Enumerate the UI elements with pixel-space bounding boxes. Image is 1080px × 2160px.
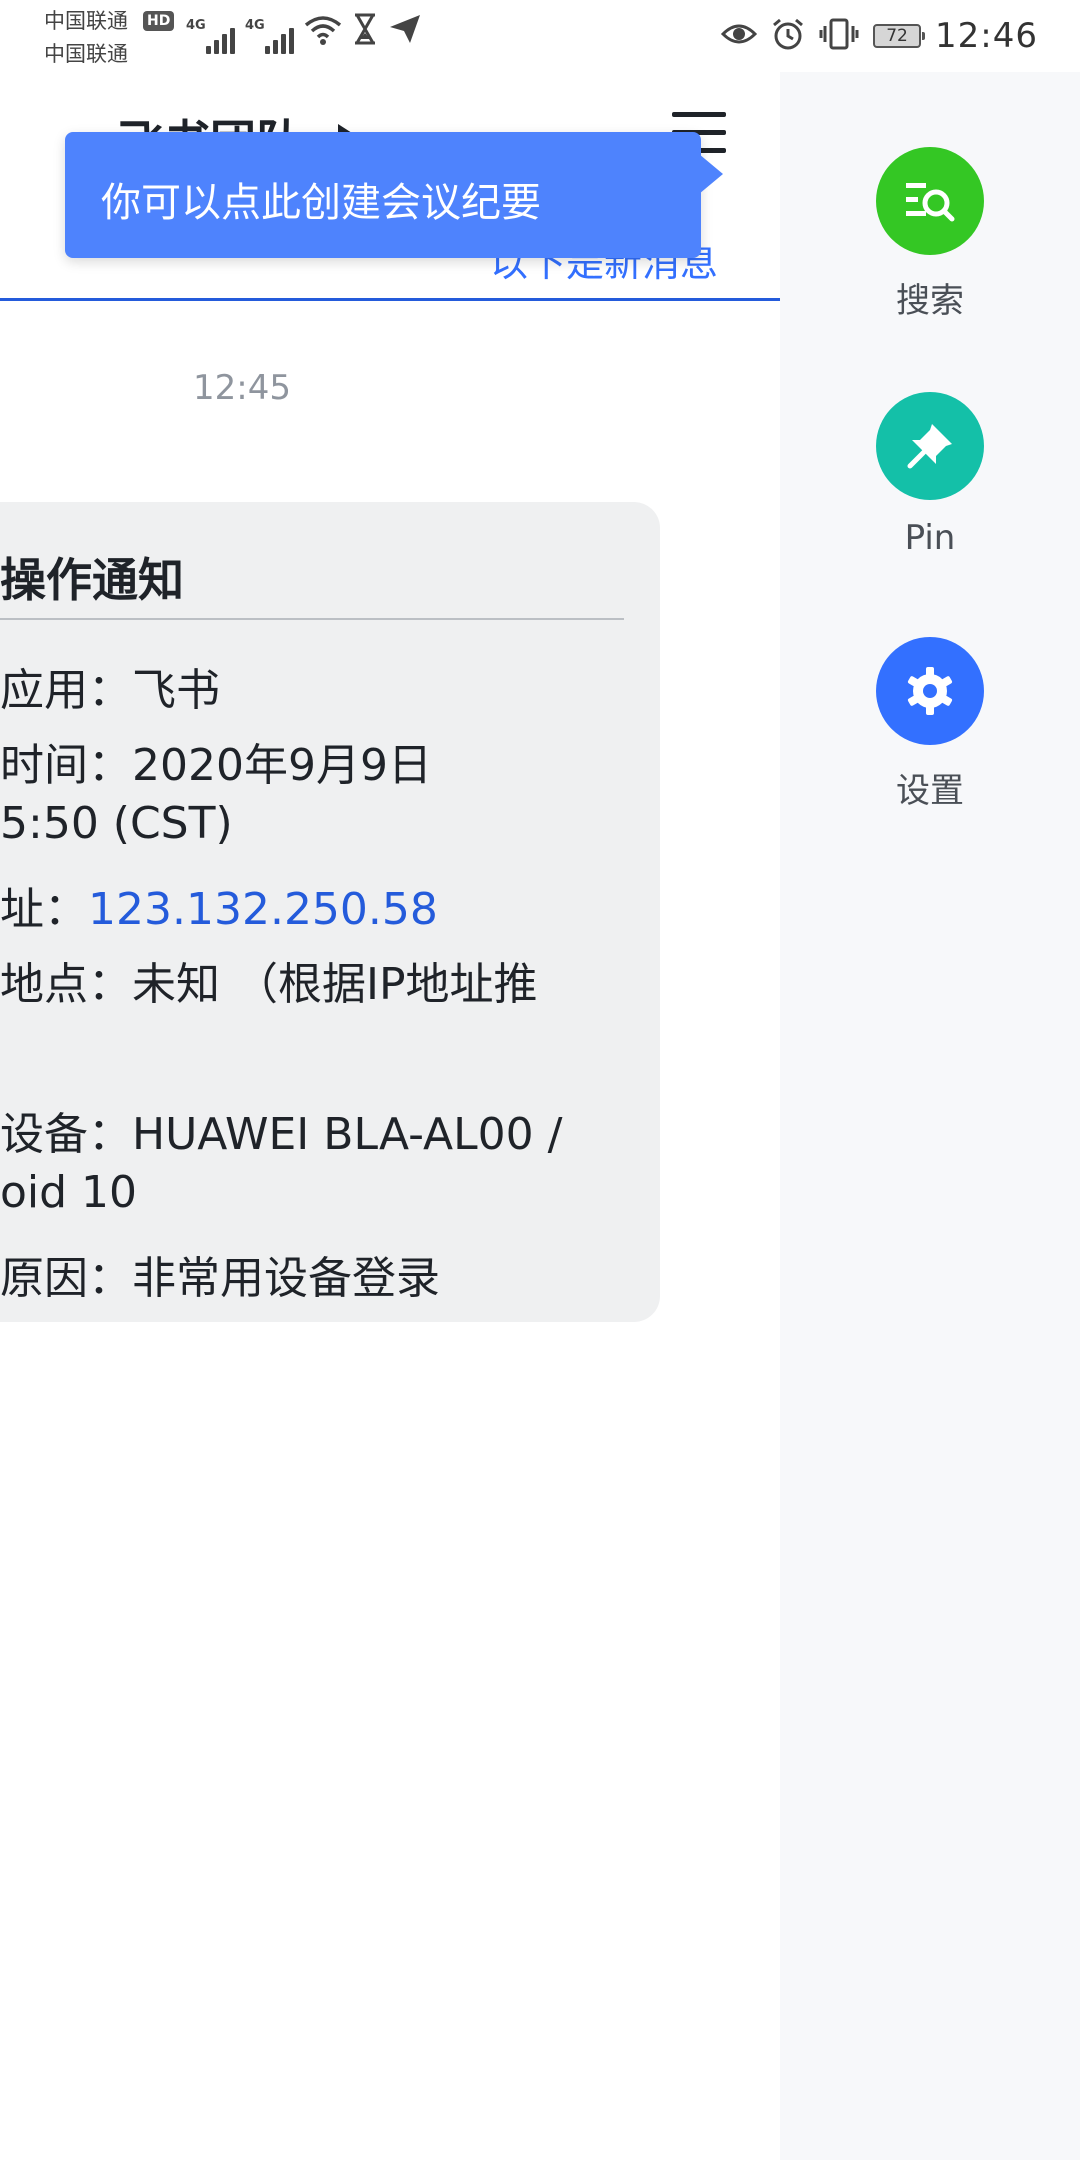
- card-line-device-2: oid 10: [0, 1167, 138, 1218]
- pin-icon[interactable]: [876, 392, 984, 500]
- drawer-item-search[interactable]: 搜索: [780, 147, 1080, 322]
- wifi-icon: [304, 15, 342, 54]
- message-timestamp: 12:45: [193, 368, 291, 408]
- card-line-reason: 原因：非常用设备登录: [0, 1253, 440, 1304]
- card-line-app: 应用：飞书: [0, 665, 220, 716]
- new-messages-divider: [0, 298, 780, 301]
- card-title: 操作通知: [0, 553, 184, 607]
- battery-indicator: 72: [873, 24, 926, 48]
- card-separator: [0, 618, 624, 620]
- status-icons-right: 72 12:46: [720, 10, 1038, 62]
- carrier-1: 中国联通: [44, 9, 128, 33]
- status-clock: 12:46: [935, 16, 1038, 56]
- drawer-label-search: 搜索: [896, 281, 964, 321]
- vibrate-icon: [819, 18, 859, 54]
- drawer-label-settings: 设置: [896, 771, 964, 811]
- screen: 中国联通 中国联通 HD 4G 4G 72 12:46 你可以点此创建会议纪要 …: [0, 0, 1080, 2160]
- card-line-location: 地点：未知 （根据IP地址推: [0, 959, 538, 1010]
- network-type-1: 4G: [186, 18, 206, 33]
- hourglass-icon: [352, 13, 378, 54]
- tooltip-text: 你可以点此创建会议纪要: [101, 180, 541, 226]
- chat-pane: 飞书团队 你可以点此创建会议纪要 以下是新消息 12:45 操作通知 应用：飞书…: [0, 72, 780, 2160]
- drawer-label-pin: Pin: [904, 518, 956, 558]
- send-plane-icon: [388, 13, 422, 54]
- card-line-device: 设备：HUAWEI BLA-AL00 /: [0, 1109, 563, 1160]
- alarm-icon: [771, 17, 805, 55]
- status-bar: 中国联通 中国联通 HD 4G 4G 72 12:46: [0, 0, 1080, 72]
- meeting-notes-tooltip[interactable]: 你可以点此创建会议纪要: [65, 132, 723, 258]
- ip-address-link[interactable]: 123.132.250.58: [88, 884, 438, 935]
- network-type-2: 4G: [245, 18, 265, 33]
- card-line-time: 时间：2020年9月9日: [0, 740, 432, 791]
- drawer-item-settings[interactable]: 设置: [780, 637, 1080, 812]
- gear-icon[interactable]: [876, 637, 984, 745]
- side-drawer: 搜索 Pin 设置: [780, 72, 1080, 2160]
- notification-card[interactable]: 操作通知 应用：飞书 时间：2020年9月9日 5:50 (CST) 址：123…: [0, 502, 660, 1322]
- card-line-ip: 址：123.132.250.58: [0, 873, 438, 937]
- status-icons-left: 4G 4G: [186, 13, 422, 54]
- signal-icon: 4G: [186, 18, 235, 54]
- drawer-item-pin[interactable]: Pin: [780, 392, 1080, 558]
- ip-label: 址：: [0, 884, 88, 935]
- hd-badge: HD: [143, 11, 175, 31]
- card-line-time-2: 5:50 (CST): [0, 798, 233, 849]
- carrier-2: 中国联通: [44, 42, 128, 66]
- signal-icon-2: 4G: [245, 18, 294, 54]
- search-doc-icon[interactable]: [876, 147, 984, 255]
- eye-icon: [720, 20, 758, 52]
